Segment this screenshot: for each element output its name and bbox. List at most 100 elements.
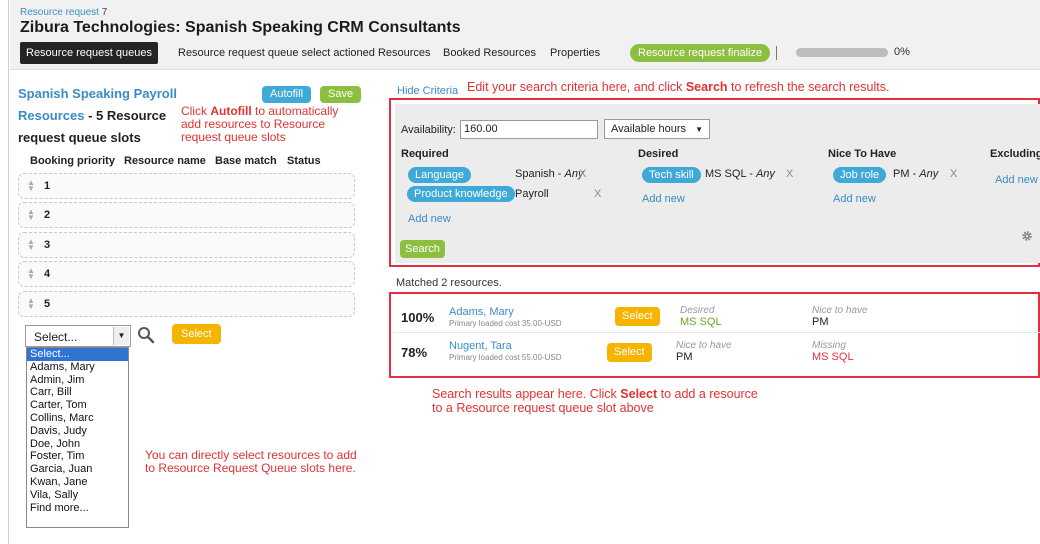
- slot-number: 5: [44, 298, 51, 310]
- chevron-down-icon[interactable]: ▼: [695, 125, 703, 134]
- match-value-1: PM: [676, 351, 693, 363]
- match-label-2: Missing: [812, 340, 846, 351]
- chevron-down-icon[interactable]: ▼: [113, 327, 129, 345]
- autofill-annotation: Click Autofill to automatically add reso…: [181, 105, 338, 144]
- search-icon[interactable]: [137, 326, 155, 344]
- autofill-button[interactable]: Autofill: [262, 86, 312, 103]
- remove-criterion-icon[interactable]: X: [579, 168, 586, 180]
- dropdown-option[interactable]: Adams, Mary: [27, 361, 128, 374]
- excluding-heading: Excluding: [990, 148, 1040, 160]
- remove-criterion-icon[interactable]: X: [950, 168, 957, 180]
- criterion-value: PM - Any: [893, 168, 939, 180]
- drag-handle-icon[interactable]: ▲ ▼: [27, 208, 35, 222]
- select-result-button[interactable]: Select: [615, 307, 660, 326]
- queue-title[interactable]: Spanish Speaking Payroll: [18, 86, 177, 101]
- remove-criterion-icon[interactable]: X: [786, 168, 793, 180]
- dropdown-option[interactable]: Kwan, Jane: [27, 476, 128, 489]
- queue-slot[interactable]: ▲ ▼ 2: [18, 202, 355, 228]
- queue-slot[interactable]: ▲ ▼ 5: [18, 291, 355, 317]
- criterion-tag-product-knowledge[interactable]: Product knowledge: [407, 186, 515, 202]
- queue-slot[interactable]: ▲ ▼ 4: [18, 261, 355, 287]
- dropdown-option[interactable]: Doe, John: [27, 438, 128, 451]
- column-header-base-match: Base match: [215, 155, 277, 167]
- column-header-resource-name: Resource name: [124, 155, 206, 167]
- criterion-tag-tech-skill[interactable]: Tech skill: [642, 167, 701, 183]
- drag-handle-icon[interactable]: ▲ ▼: [27, 297, 35, 311]
- match-label-2: Nice to have: [812, 305, 868, 316]
- search-button[interactable]: Search: [400, 240, 445, 258]
- match-label-1: Nice to have: [676, 340, 732, 351]
- tab-resource-request-queues[interactable]: Resource request queues: [20, 42, 158, 64]
- criteria-annotation: Edit your search criteria here, and clic…: [467, 80, 890, 94]
- results-annotation: Search results appear here. Click Select…: [432, 387, 758, 415]
- drag-handle-icon[interactable]: ▲ ▼: [27, 238, 35, 252]
- resource-select[interactable]: Select... ▼: [25, 325, 131, 347]
- availability-unit-select[interactable]: Available hours ▼: [604, 119, 710, 139]
- match-value-2: PM: [812, 316, 829, 328]
- add-new-desired-link[interactable]: Add new: [642, 193, 685, 205]
- add-new-excluding-link[interactable]: Add new: [995, 174, 1038, 186]
- resource-name-link[interactable]: Nugent, Tara: [449, 340, 512, 352]
- desired-heading: Desired: [638, 148, 679, 160]
- divider: [776, 46, 777, 60]
- dropdown-option[interactable]: Collins, Marc: [27, 412, 128, 425]
- dropdown-option-find-more[interactable]: Find more...: [27, 502, 128, 515]
- criterion-tag-language[interactable]: Language: [408, 167, 471, 183]
- direct-select-annotation-line2: to Resource Request Queue slots here.: [145, 461, 356, 475]
- remove-criterion-icon[interactable]: X: [594, 188, 601, 200]
- tab-select-actioned-resources[interactable]: Resource request queue select actioned R…: [178, 42, 431, 64]
- dropdown-option[interactable]: Admin, Jim: [27, 374, 128, 387]
- criterion-value: Spanish - Any: [515, 168, 584, 180]
- drag-handle-icon[interactable]: ▲ ▼: [27, 179, 35, 193]
- criterion-value: Payroll: [515, 188, 549, 200]
- breadcrumb[interactable]: Resource request 7: [20, 7, 107, 18]
- resource-select-value: Select...: [34, 330, 78, 344]
- dropdown-option[interactable]: Foster, Tim: [27, 450, 128, 463]
- window-border: [8, 0, 9, 544]
- resource-name-link[interactable]: Adams, Mary: [449, 306, 514, 318]
- add-new-nice-to-have-link[interactable]: Add new: [833, 193, 876, 205]
- required-heading: Required: [401, 148, 449, 160]
- hide-criteria-link[interactable]: Hide Criteria: [397, 85, 458, 97]
- dropdown-option[interactable]: Garcia, Juan: [27, 463, 128, 476]
- result-row: 78% Nugent, Tara Primary loaded cost 55.…: [393, 335, 1040, 368]
- dropdown-option[interactable]: Davis, Judy: [27, 425, 128, 438]
- tab-properties[interactable]: Properties: [550, 42, 600, 64]
- column-header-priority: Booking priority: [30, 155, 115, 167]
- availability-input[interactable]: 160.00: [460, 120, 598, 139]
- finalize-button[interactable]: Resource request finalize: [630, 44, 771, 62]
- dropdown-option[interactable]: Vila, Sally: [27, 489, 128, 502]
- match-label-1: Desired: [680, 305, 715, 316]
- column-header-status: Status: [287, 155, 321, 167]
- select-resource-button[interactable]: Select: [172, 324, 221, 344]
- matched-count: Matched 2 resources.: [396, 277, 502, 289]
- dropdown-option[interactable]: Carter, Tom: [27, 399, 128, 412]
- resource-dropdown-list[interactable]: Select... Adams, Mary Admin, Jim Carr, B…: [26, 347, 129, 528]
- tab-booked-resources[interactable]: Booked Resources: [443, 42, 536, 64]
- slot-number: 3: [44, 239, 51, 251]
- resources-summary-line2: request queue slots: [18, 130, 141, 145]
- match-percent: 78%: [401, 345, 428, 360]
- select-result-button[interactable]: Select: [607, 343, 652, 362]
- breadcrumb-number: 7: [101, 7, 108, 18]
- page-title: Zibura Technologies: Spanish Speaking CR…: [20, 19, 461, 36]
- progress-label: 0%: [894, 46, 910, 58]
- dropdown-option[interactable]: Select...: [27, 348, 128, 361]
- gear-icon[interactable]: [1021, 230, 1033, 242]
- resources-summary: Resources - 5 Resource: [18, 108, 166, 123]
- save-button[interactable]: Save: [320, 86, 362, 103]
- queue-slot[interactable]: ▲ ▼ 3: [18, 232, 355, 258]
- results-annotation-line1: Search results appear here. Click Select…: [432, 387, 758, 401]
- criterion-tag-job-role[interactable]: Job role: [833, 167, 887, 183]
- match-value-1: MS SQL: [680, 316, 722, 328]
- dropdown-option[interactable]: Carr, Bill: [27, 386, 128, 399]
- breadcrumb-label[interactable]: Resource request: [20, 7, 99, 18]
- queue-slot[interactable]: ▲ ▼ 1: [18, 173, 355, 199]
- direct-select-annotation: You can directly select resources to add…: [145, 449, 357, 475]
- match-percent: 100%: [401, 310, 435, 325]
- resources-link[interactable]: Resources: [18, 108, 84, 123]
- availability-label: Availability:: [401, 124, 456, 136]
- match-value-2: MS SQL: [812, 351, 854, 363]
- drag-handle-icon[interactable]: ▲ ▼: [27, 267, 35, 281]
- add-new-required-link[interactable]: Add new: [408, 213, 451, 225]
